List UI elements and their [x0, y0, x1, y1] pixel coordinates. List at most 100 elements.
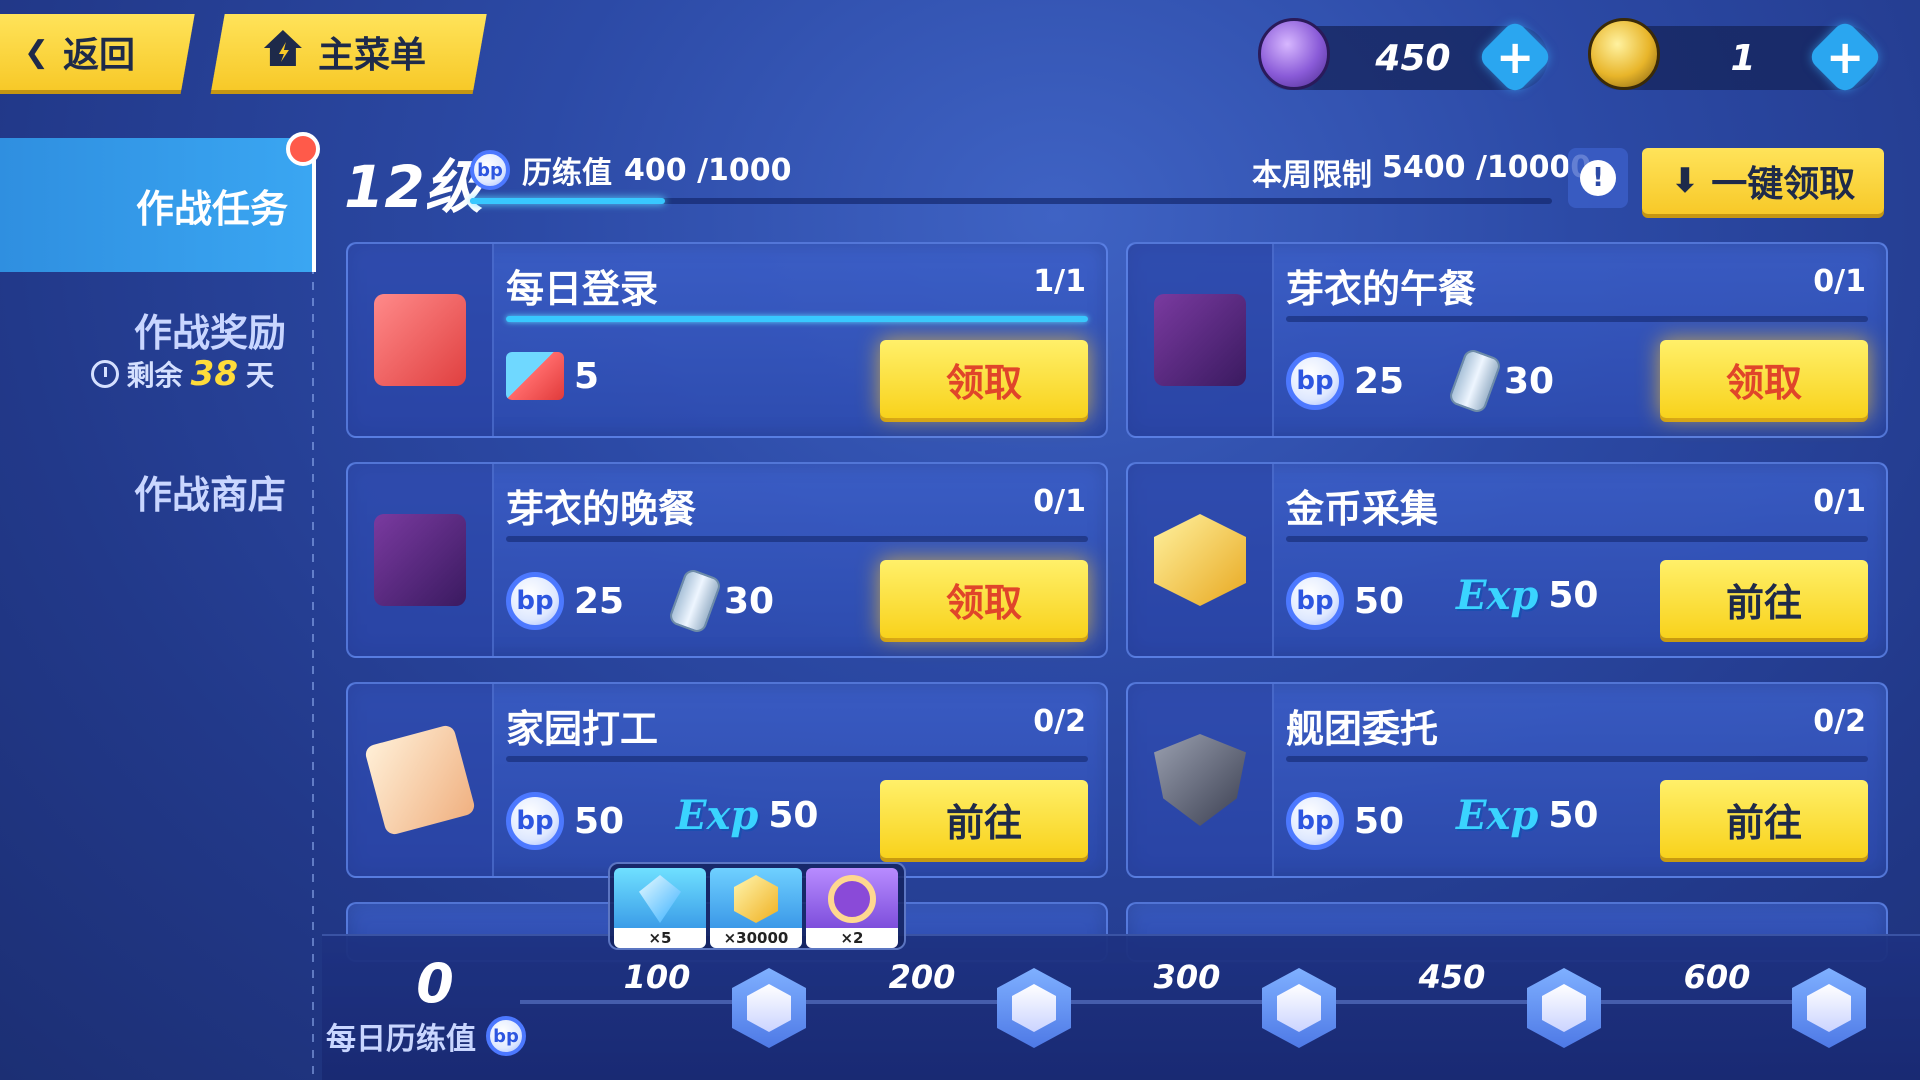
battle-pass-level: 12级 [344, 153, 483, 221]
task-image [1128, 244, 1274, 436]
info-button[interactable]: ! [1568, 148, 1628, 208]
reward-qty: ×2 [806, 928, 898, 948]
task-illustration-icon [1154, 734, 1246, 826]
sidebar-item-label: 作战任务 [135, 187, 288, 231]
reward: bp 50 [506, 792, 624, 850]
gold-coin-icon [734, 875, 778, 923]
drink-can-icon [1447, 347, 1503, 415]
daily-progress-panel [322, 934, 1920, 1080]
weekly-limit: 本周限制 5400 /10000 [1252, 150, 1591, 194]
task-progress: 0/2 [1813, 704, 1866, 739]
reward-amount: 5 [574, 355, 600, 397]
sidebar-item-battle-tasks[interactable]: 作战任务 [0, 138, 316, 272]
reward-preview-popup: ×5 ×30000 ×2 [608, 862, 906, 950]
task-title: 家园打工 [506, 707, 659, 751]
home-icon [262, 28, 304, 77]
back-button[interactable]: ❮ 返回 [0, 14, 195, 90]
sidebar-item-battle-rewards[interactable]: 作战奖励 剩余 38 天 [0, 292, 310, 402]
task-title: 舰团委托 [1286, 707, 1439, 751]
task-card: 舰团委托 0/2 bp 50 Exp 50 前往 [1126, 682, 1888, 878]
task-progress: 0/1 [1813, 264, 1866, 299]
clock-icon [90, 360, 119, 388]
reward-item[interactable]: ×5 [614, 868, 706, 948]
plus-icon: + [1825, 29, 1865, 84]
milestone-value: 200 [888, 958, 956, 996]
task-progress-track [1286, 536, 1868, 542]
reward: bp 50 [1286, 572, 1404, 630]
add-crystal-button[interactable]: + [1476, 18, 1554, 96]
task-progress-track [506, 316, 1088, 322]
gold-currency-icon [1588, 18, 1660, 90]
task-image [348, 684, 494, 876]
sidebar: 作战任务 作战奖励 剩余 38 天 作战商店 [0, 132, 320, 1080]
reward-qty: ×5 [614, 928, 706, 948]
sidebar-item-label: 作战奖励 [133, 311, 286, 355]
reward: bp 25 [506, 572, 624, 630]
remaining-days-value: 38 [190, 354, 238, 394]
reward-amount: 50 [768, 795, 819, 836]
task-title: 芽衣的晚餐 [506, 487, 697, 531]
gold-amount: 1 [1730, 37, 1756, 79]
bp-icon: bp [1286, 572, 1344, 630]
exp-icon: Exp [1456, 572, 1539, 619]
claim-button[interactable]: 领取 [1660, 340, 1868, 418]
bp-icon: bp [486, 1016, 526, 1056]
bp-icon: bp [1286, 352, 1344, 410]
add-gold-button[interactable]: + [1806, 18, 1884, 96]
reward-item[interactable]: ×2 [806, 868, 898, 948]
reward: bp 25 [1286, 352, 1404, 410]
reward-amount: 50 [1548, 575, 1599, 616]
claim-button[interactable]: 领取 [880, 340, 1088, 418]
task-progress: 0/1 [1033, 484, 1086, 519]
reward: 5 [506, 352, 599, 400]
reward-item[interactable]: ×30000 [710, 868, 802, 948]
sidebar-item-label: 作战商店 [133, 473, 286, 517]
go-button[interactable]: 前往 [880, 780, 1088, 858]
exp-row: bp 历练值 400 /1000 [470, 148, 792, 192]
exp-progress-track [470, 198, 1552, 204]
reward-amount: 50 [1548, 795, 1599, 836]
weekly-limit-label: 本周限制 [1252, 158, 1372, 193]
weekly-limit-value: 5400 /10000 [1382, 150, 1592, 185]
remaining-days: 剩余 38 天 [90, 354, 274, 394]
drink-can-icon [667, 567, 723, 635]
reward: 30 [1447, 347, 1555, 415]
reward-amount: 50 [1354, 580, 1405, 622]
claim-all-button[interactable]: ⬇ 一键领取 [1642, 148, 1884, 214]
task-progress: 0/1 [1813, 484, 1866, 519]
purple-emblem-icon [828, 875, 876, 923]
notification-dot [286, 132, 320, 166]
sidebar-item-battle-shop[interactable]: 作战商店 [0, 454, 310, 534]
daily-exp-label-row: 每日历练值 bp [326, 1014, 526, 1058]
reward-amount: 30 [1504, 360, 1555, 402]
reward-amount: 30 [724, 580, 775, 622]
crystal-currency-icon [1258, 18, 1330, 90]
task-card: 芽衣的晚餐 0/1 bp 25 30 领取 [346, 462, 1108, 658]
go-button[interactable]: 前往 [1660, 780, 1868, 858]
reward-amount: 25 [574, 580, 625, 622]
reward-amount: 50 [574, 800, 625, 842]
bp-icon: bp [506, 572, 564, 630]
gold-currency: 1 + [1588, 18, 1884, 96]
exp-icon: Exp [1456, 792, 1539, 839]
reward: 30 [667, 567, 775, 635]
alert-icon: ! [1580, 160, 1616, 196]
claim-button[interactable]: 领取 [880, 560, 1088, 638]
task-progress: 1/1 [1033, 264, 1086, 299]
milestone-value: 100 [623, 958, 691, 996]
reward-amount: 50 [1354, 800, 1405, 842]
claim-all-label: 一键领取 [1711, 164, 1856, 205]
task-image [1128, 684, 1274, 876]
plus-icon: + [1495, 29, 1535, 84]
main-menu-button[interactable]: 主菜单 [211, 14, 487, 90]
exp-progress-fill [470, 198, 665, 204]
go-button[interactable]: 前往 [1660, 560, 1868, 638]
remaining-label: 剩余 [126, 359, 183, 392]
exp-label: 历练值 [522, 156, 612, 191]
task-card: 每日登录 1/1 5 领取 [346, 242, 1108, 438]
task-image [1128, 464, 1274, 656]
task-progress-track [506, 536, 1088, 542]
task-illustration-icon [374, 294, 466, 386]
task-card: 家园打工 0/2 bp 50 Exp 50 前往 [346, 682, 1108, 878]
task-progress-track [1286, 316, 1868, 322]
